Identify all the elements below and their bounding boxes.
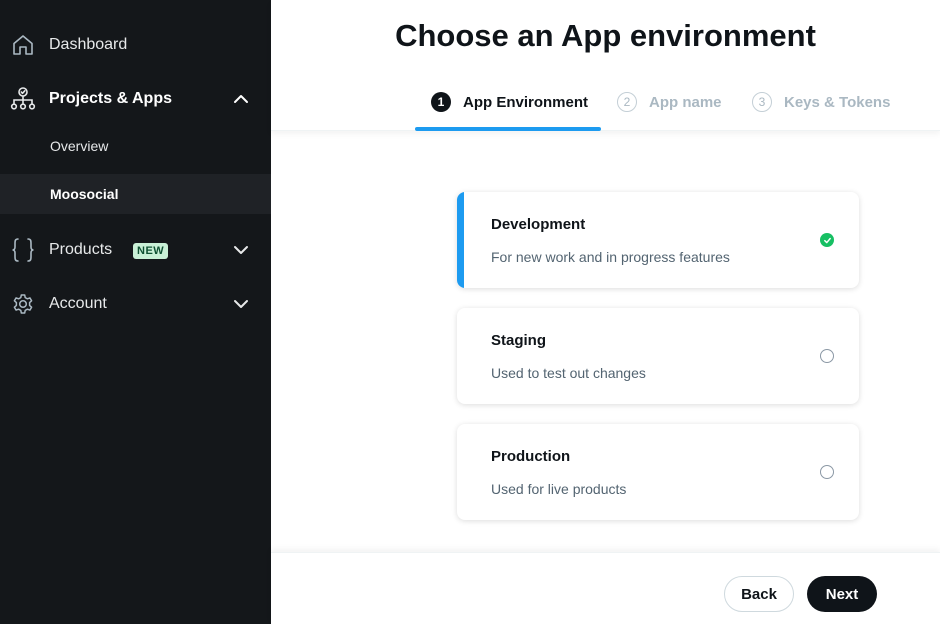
step-number: 3 — [752, 92, 772, 112]
sidebar-subitem-label: Overview — [50, 138, 109, 154]
sidebar-item-account[interactable]: Account — [0, 290, 271, 318]
radio-icon[interactable] — [820, 465, 834, 479]
step-app-name[interactable]: 2 App name — [617, 92, 722, 112]
radio-icon[interactable] — [820, 349, 834, 363]
back-button[interactable]: Back — [724, 576, 794, 612]
option-description: Used for live products — [491, 481, 627, 497]
step-number: 2 — [617, 92, 637, 112]
sidebar-item-label: Projects & Apps — [49, 90, 172, 107]
step-keys-tokens[interactable]: 3 Keys & Tokens — [752, 92, 890, 112]
sidebar: Dashboard Projects & Apps Overview Mooso… — [0, 0, 271, 624]
option-title: Production — [491, 448, 571, 465]
sidebar-subitem-overview[interactable]: Overview — [0, 126, 271, 166]
sidebar-item-projects-apps[interactable]: Projects & Apps — [0, 85, 271, 113]
option-card-development[interactable]: Development For new work and in progress… — [457, 192, 859, 288]
projects-icon — [10, 86, 36, 112]
step-label: App Environment — [463, 93, 589, 111]
option-description: Used to test out changes — [491, 365, 646, 381]
page-title: Choose an App environment — [395, 18, 816, 53]
option-title: Staging — [491, 332, 546, 349]
sidebar-item-label: Account — [49, 295, 107, 312]
main-panel: Choose an App environment 1 App Environm… — [271, 0, 940, 624]
home-icon — [10, 32, 36, 58]
option-card-staging[interactable]: Staging Used to test out changes — [457, 308, 859, 404]
active-step-indicator — [415, 127, 601, 131]
braces-icon — [10, 237, 36, 263]
chevron-up-icon[interactable] — [230, 88, 252, 110]
chevron-down-icon[interactable] — [230, 239, 252, 261]
step-label: App name — [649, 93, 722, 111]
option-card-production[interactable]: Production Used for live products — [457, 424, 859, 520]
sidebar-subitem-moosocial[interactable]: Moosocial — [0, 174, 271, 214]
sidebar-item-label: Products — [49, 241, 113, 258]
radio-checked-icon[interactable] — [820, 233, 834, 247]
gear-icon — [10, 291, 36, 317]
chevron-down-icon[interactable] — [230, 293, 252, 315]
sidebar-item-dashboard[interactable]: Dashboard — [0, 31, 271, 59]
sidebar-item-products[interactable]: Products NEW — [0, 236, 271, 264]
step-app-environment[interactable]: 1 App Environment — [431, 92, 588, 112]
sidebar-subitem-label: Moosocial — [50, 186, 119, 202]
step-number: 1 — [431, 92, 451, 112]
sidebar-item-label: Dashboard — [49, 36, 128, 53]
step-label: Keys & Tokens — [784, 93, 891, 111]
option-description: For new work and in progress features — [491, 249, 730, 265]
footer-bar: Back Next — [271, 552, 940, 624]
next-button[interactable]: Next — [807, 576, 877, 612]
new-badge: NEW — [133, 243, 169, 259]
option-title: Development — [491, 216, 586, 233]
